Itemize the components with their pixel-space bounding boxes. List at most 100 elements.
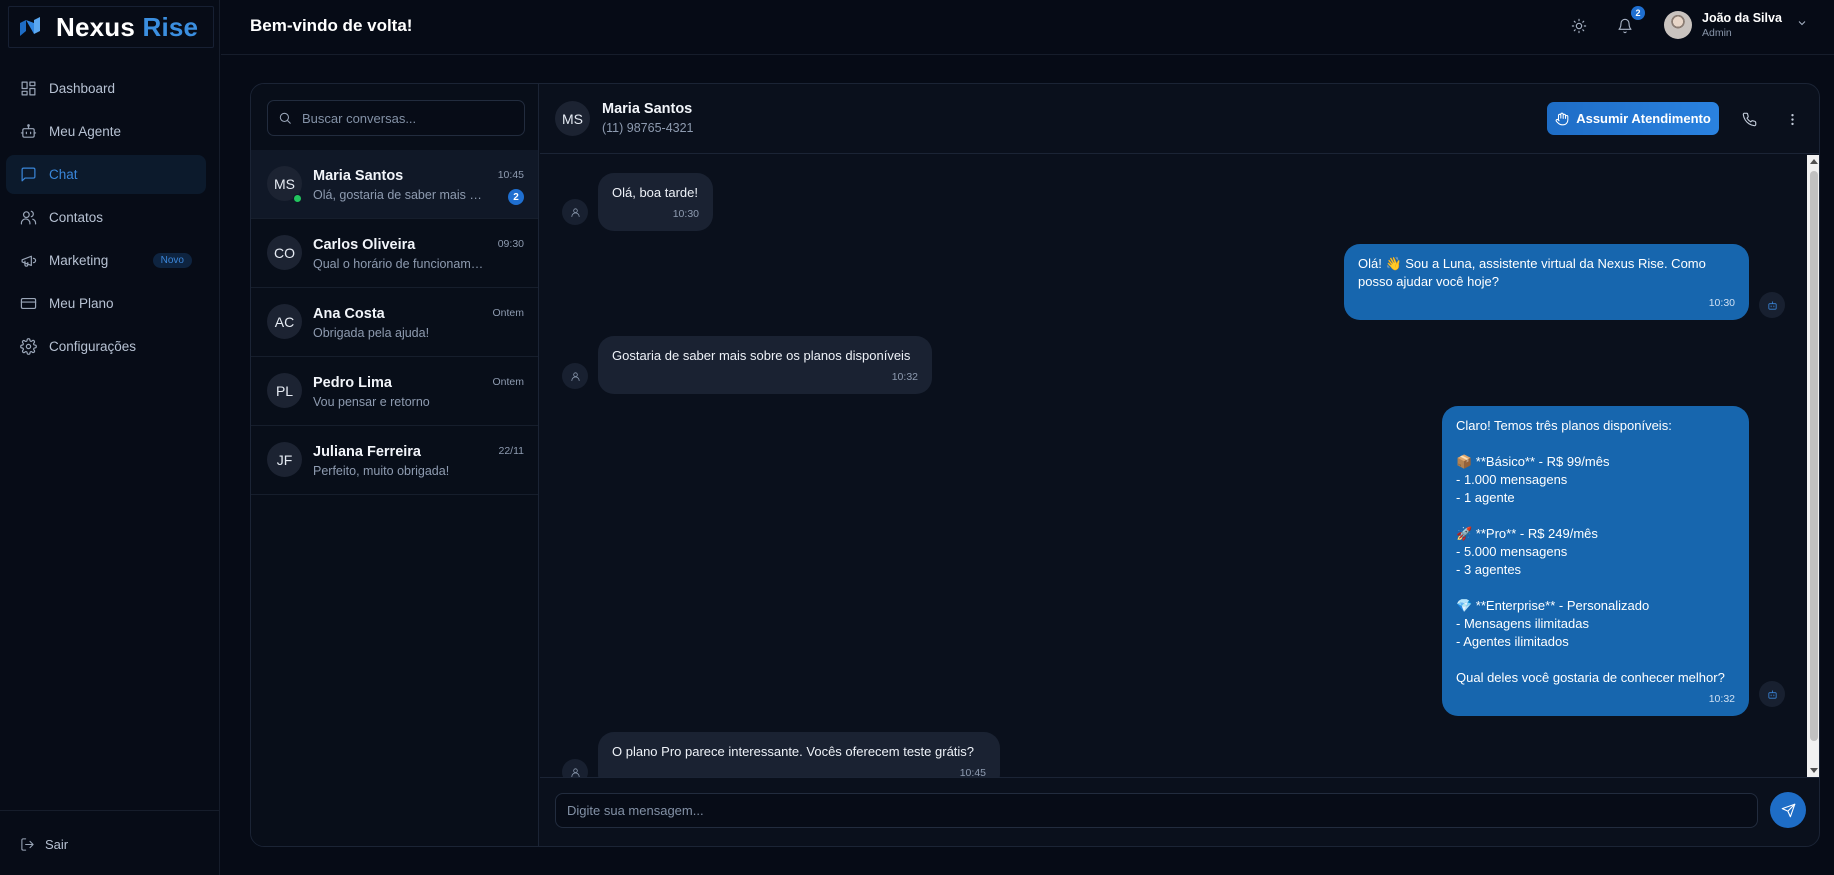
sidebar: Nexus Rise Dashboard Meu Agente Chat Con… [0,0,220,875]
sidebar-item-label: Meu Plano [49,296,114,311]
message-bubble-outgoing: Olá! 👋 Sou a Luna, assistente virtual da… [1344,244,1749,320]
message-composer [540,777,1819,846]
user-icon [562,199,588,225]
sidebar-item-label: Meu Agente [49,124,122,139]
conversation-name: Juliana Ferreira [313,444,421,460]
conversation-avatar: PL [267,373,302,408]
dashboard-icon [21,81,36,96]
conversation-item[interactable]: AC Ana Costa Obrigada pela ajuda! Ontem [251,288,538,357]
sidebar-item-chat[interactable]: Chat [6,155,206,194]
conversation-preview: Qual o horário de funcionamento? [313,257,487,271]
user-info: João da Silva Admin [1702,11,1782,39]
hand-icon [1555,112,1569,125]
online-status-dot [293,194,302,203]
message-time: 10:45 [959,767,986,777]
chat-icon [21,167,36,182]
search-input[interactable] [302,110,512,126]
conversation-avatar: AC [267,304,302,339]
more-options-button[interactable] [1781,108,1803,130]
brand-logo[interactable]: Nexus Rise [8,6,214,48]
sidebar-item-meu-plano[interactable]: Meu Plano [6,284,206,323]
user-menu[interactable]: João da Silva Admin [1664,11,1808,39]
send-icon [1781,803,1795,817]
sidebar-item-label: Configurações [49,339,137,354]
sidebar-footer: Sair [0,810,220,875]
user-icon [562,759,588,777]
message-text: Claro! Temos três planos disponíveis: 📦 … [1456,418,1725,685]
megaphone-icon [21,255,37,267]
conversation-avatar: JF [267,442,302,477]
message-time: 10:30 [1708,297,1735,309]
unread-count-badge: 2 [508,189,524,205]
conversation-time: 10:45 [497,169,524,181]
sidebar-item-dashboard[interactable]: Dashboard [6,69,206,108]
conversation-name: Pedro Lima [313,375,392,391]
send-button[interactable] [1770,792,1806,828]
scroll-thumb[interactable] [1810,171,1818,741]
sun-icon [1571,18,1587,34]
sidebar-item-meu-agente[interactable]: Meu Agente [6,112,206,151]
assume-service-label: Assumir Atendimento [1576,111,1711,126]
chevron-down-icon [1796,16,1808,34]
users-icon [20,210,37,225]
conversation-time: Ontem [492,376,524,388]
message-scrollbar[interactable] [1807,155,1819,777]
bell-icon [1618,18,1632,34]
conversation-item[interactable]: JF Juliana Ferreira Perfeito, muito obri… [251,426,538,495]
notification-count-badge: 2 [1631,6,1645,20]
call-button[interactable] [1738,108,1760,130]
assume-service-button[interactable]: Assumir Atendimento [1547,102,1719,135]
contact-phone: (11) 98765-4321 [602,121,694,135]
conversation-item[interactable]: PL Pedro Lima Vou pensar e retorno Ontem [251,357,538,426]
page-title: Bem-vindo de volta! [250,16,413,35]
brand-name: Nexus Rise [56,11,199,42]
bot-icon [20,124,37,138]
message-list: Olá, boa tarde! 10:30 Olá! 👋 Sou a Luna,… [540,155,1819,777]
message-bubble-incoming: Olá, boa tarde! 10:30 [598,173,713,231]
chat-header: MS Maria Santos (11) 98765-4321 Assumir … [540,84,1819,154]
conversation-time: 22/11 [498,445,525,457]
gear-icon [20,338,37,355]
user-name: João da Silva [1702,11,1782,25]
sidebar-item-configuracoes[interactable]: Configurações [6,327,206,366]
top-header: Bem-vindo de volta! 2 João da Silva Admi… [221,0,1834,55]
conversation-avatar: CO [267,235,302,270]
message-text: Olá! 👋 Sou a Luna, assistente virtual da… [1358,256,1706,289]
logo-mark-icon [20,17,40,36]
more-vertical-icon [1790,113,1794,125]
sidebar-item-marketing[interactable]: Marketing Novo [6,241,206,280]
bot-icon [1759,292,1785,318]
conversation-item[interactable]: CO Carlos Oliveira Qual o horário de fun… [251,219,538,288]
scroll-down-icon[interactable] [1810,768,1818,773]
user-role: Admin [1702,27,1732,39]
message-text: Gostaria de saber mais sobre os planos d… [612,348,911,363]
chat-card: MS Maria Santos Olá, gostaria de saber m… [250,83,1820,847]
message-text: Olá, boa tarde! [612,185,698,200]
user-icon [562,363,588,389]
conversation-preview: Vou pensar e retorno [313,395,430,409]
conversation-preview: Obrigada pela ajuda! [313,326,430,340]
message-time: 10:32 [1708,693,1735,705]
conversation-list: MS Maria Santos Olá, gostaria de saber m… [251,150,538,495]
avatar [1664,11,1692,39]
message-bubble-outgoing: Claro! Temos três planos disponíveis: 📦 … [1442,406,1749,716]
conversation-item[interactable]: MS Maria Santos Olá, gostaria de saber m… [251,150,538,219]
message-time: 10:32 [891,371,918,383]
conversation-name: Ana Costa [313,306,385,322]
chat-panel: MS Maria Santos (11) 98765-4321 Assumir … [540,84,1819,846]
contact-name: Maria Santos [602,101,693,117]
sidebar-item-label: Contatos [49,210,104,225]
logout-button[interactable]: Sair [20,837,68,852]
sidebar-nav: Dashboard Meu Agente Chat Contatos Marke… [6,69,206,370]
message-bubble-incoming: O plano Pro parece interessante. Vocês o… [598,732,1000,777]
conversation-preview: Perfeito, muito obrigada! [313,464,450,478]
new-badge: Novo [152,253,192,268]
theme-toggle-button[interactable] [1568,15,1590,37]
scroll-up-icon[interactable] [1810,159,1818,164]
sidebar-item-label: Chat [49,167,78,182]
sidebar-item-label: Marketing [49,253,109,268]
message-input[interactable] [555,793,1758,828]
phone-icon [1742,112,1756,126]
sidebar-item-label: Dashboard [49,81,116,96]
sidebar-item-contatos[interactable]: Contatos [6,198,206,237]
